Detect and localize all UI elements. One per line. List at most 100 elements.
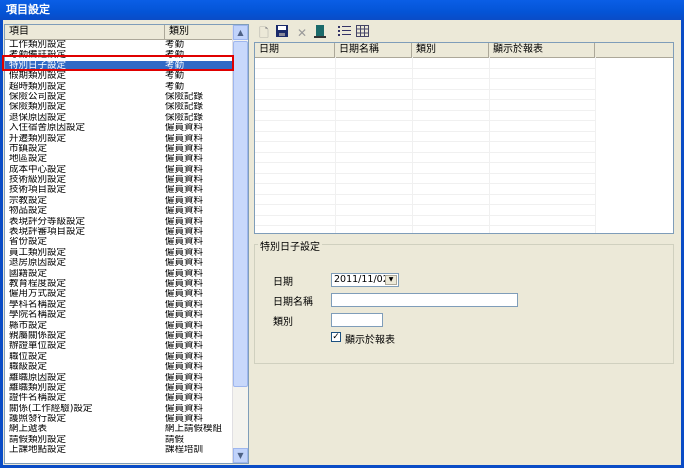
list-item[interactable]: 國籍設定 僱員資料 [5,269,234,279]
list-item[interactable]: 學科名稱設定 僱員資料 [5,300,234,310]
list-item-name: 成本中心設定 [9,164,67,175]
list-item[interactable]: 特別日子設定 考勤 [5,60,234,72]
list-item[interactable]: 假期類別設定 考勤 [5,71,234,81]
list-item-category: 僱員資料 [165,341,204,352]
list-header: 項目 類別 [5,25,234,40]
list-scrollbar[interactable]: ▲ ▼ [232,25,248,463]
type-label: 類別 [273,317,293,328]
list-item[interactable]: 超時類別設定 考勤 [5,82,234,92]
list-item[interactable]: 員工類別設定 僱員資料 [5,248,234,258]
list-item-name: 技術項目設定 [9,185,67,196]
list-item[interactable]: 技術級別設定 僱員資料 [5,175,234,185]
grid-row-line [255,120,595,121]
list-item-name: 保險公司設定 [9,91,67,102]
list-item[interactable]: 請假類別設定 請假 [5,435,234,445]
date-picker[interactable]: 2011/11/02 ▼ [331,273,399,287]
scroll-thumb[interactable] [233,41,248,387]
grid-header-date[interactable]: 日期 [255,43,335,57]
grid-header-date-name[interactable]: 日期名稱 [335,43,412,57]
show-in-report-checkbox[interactable]: ✓ [331,332,341,342]
list-item-name: 證件名稱設定 [9,393,67,404]
list-header-item[interactable]: 項目 [5,25,165,39]
list-item-name: 關係(工作經驗)設定 [9,403,93,414]
grid-header-show-in-report[interactable]: 顯示於報表 [489,43,595,57]
list-item-category: 僱員資料 [165,133,204,144]
list-item[interactable]: 成本中心設定 僱員資料 [5,165,234,175]
list-item-name: 考勤備註設定 [9,50,67,61]
grid-row-line [255,67,595,69]
list-header-category[interactable]: 類別 [165,25,234,39]
show-in-report-label: 顯示於報表 [345,335,395,346]
list-item[interactable]: 退房原因設定 僱員資料 [5,258,234,268]
list-item-name: 技術級別設定 [9,175,67,186]
list-item[interactable]: 關係(工作經驗)設定 僱員資料 [5,404,234,414]
list-item[interactable]: 退保原因設定 保險記錄 [5,113,234,123]
list-item-category: 僱員資料 [165,320,204,331]
date-name-label: 日期名稱 [273,297,313,308]
list-item[interactable]: 親屬關係設定 僱員資料 [5,331,234,341]
list-item-category: 僱員資料 [165,175,204,186]
list-item-category: 僱員資料 [165,351,204,362]
list-item[interactable]: 升遷類別設定 僱員資料 [5,134,234,144]
list-item-category: 僱員資料 [165,206,204,217]
list-item[interactable]: 地區設定 僱員資料 [5,154,234,164]
item-list[interactable]: 項目 類別 工作類別設定 考勤 考勤備註設定 考勤 特別日子設定 考勤 假期類別設定 考勤 超時… [4,24,249,464]
list-item-name: 僱用方式設定 [9,289,67,300]
special-days-grid[interactable]: 日期 日期名稱 類別 顯示於報表 [254,42,674,234]
list-item[interactable]: 省份設定 僱員資料 [5,237,234,247]
list-item-name: 學院名稱設定 [9,310,67,321]
list-item[interactable]: 宗教設定 僱員資料 [5,196,234,206]
list-item[interactable]: 技術項目設定 僱員資料 [5,185,234,195]
list-item[interactable]: 教育程度設定 僱員資料 [5,279,234,289]
list-item[interactable]: 入住宿舍原因設定 僱員資料 [5,123,234,133]
list-item[interactable]: 職位設定 僱員資料 [5,352,234,362]
list-item-name: 表現評審項目設定 [9,227,86,238]
list-item[interactable]: 表現評審項目設定 僱員資料 [5,227,234,237]
list-item[interactable]: 市鎮設定 僱員資料 [5,144,234,154]
list-item-name: 表現評分等級設定 [9,216,86,227]
list-item-category: 考勤 [165,40,185,50]
grid-header-category[interactable]: 類別 [412,43,489,57]
chevron-down-icon[interactable]: ▼ [385,275,397,285]
list-item-name: 請假類別設定 [9,434,67,445]
list-view-icon[interactable] [336,25,352,41]
list-item-category: 僱員資料 [165,227,204,238]
list-item-category: 僱員資料 [165,362,204,373]
list-item[interactable]: 縣市設定 僱員資料 [5,321,234,331]
list-item[interactable]: 上課地點設定 課程培訓 [5,445,234,455]
list-item[interactable]: 物品設定 僱員資料 [5,206,234,216]
list-item-name: 入住宿舍原因設定 [9,123,86,134]
list-item-category: 僱員資料 [165,299,204,310]
list-item-category: 考勤 [165,60,185,71]
list-item[interactable]: 職級設定 僱員資料 [5,362,234,372]
list-item[interactable]: 保險公司設定 保險記錄 [5,92,234,102]
list-item-category: 保險記錄 [165,91,204,102]
list-item[interactable]: 僱用方式設定 僱員資料 [5,289,234,299]
list-item[interactable]: 考勤備註設定 考勤 [5,50,234,60]
list-item[interactable]: 離職類別設定 僱員資料 [5,383,234,393]
list-item[interactable]: 表現評分等級設定 僱員資料 [5,217,234,227]
grid-header: 日期 日期名稱 類別 顯示於報表 [255,43,673,58]
scroll-up-icon[interactable]: ▲ [233,25,248,40]
grid-row-line [255,88,595,90]
list-item-category: 僱員資料 [165,403,204,414]
type-input[interactable] [331,313,383,327]
delete-icon[interactable]: ✕ [294,25,310,41]
list-item[interactable]: 辦證單位設定 僱員資料 [5,341,234,351]
list-item[interactable]: 工作類別設定 考勤 [5,40,234,50]
grid-column-line [335,57,336,233]
save-icon[interactable] [274,25,290,41]
grid-view-icon[interactable] [354,25,370,41]
list-item-name: 離職類別設定 [9,382,67,393]
list-item[interactable]: 離職原因設定 僱員資料 [5,373,234,383]
list-item[interactable]: 保險類別設定 保險記錄 [5,102,234,112]
date-name-input[interactable] [331,293,518,307]
scroll-down-icon[interactable]: ▼ [233,448,248,463]
exit-door-icon[interactable] [312,25,328,41]
list-item-category: 網上請假模組 [165,424,223,435]
list-item[interactable]: 網上遞表 網上請假模組 [5,424,234,434]
new-document-icon[interactable]: 🗋 [256,25,272,41]
list-item[interactable]: 學院名稱設定 僱員資料 [5,310,234,320]
list-item[interactable]: 護照發行設定 僱員資料 [5,414,234,424]
list-item[interactable]: 證件名稱設定 僱員資料 [5,393,234,403]
